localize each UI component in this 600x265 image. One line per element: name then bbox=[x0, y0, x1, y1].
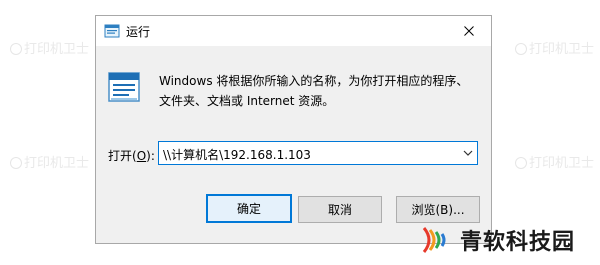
watermark-text: 打印机卫士 bbox=[24, 156, 90, 171]
close-icon bbox=[464, 26, 474, 36]
brand-watermark: 青软科技园 bbox=[420, 218, 575, 262]
close-button[interactable] bbox=[447, 16, 491, 46]
dialog-content: Windows 将根据你所输入的名称，为你打开相应的程序、文件夹、文档或 Int… bbox=[96, 46, 491, 188]
run-app-icon bbox=[104, 24, 120, 38]
watermark: 打印机卫士 bbox=[10, 38, 89, 57]
dialog-description: Windows 将根据你所输入的名称，为你打开相应的程序、文件夹、文档或 Int… bbox=[159, 74, 469, 108]
open-combobox[interactable]: \\计算机名\192.168.1.103 bbox=[158, 141, 478, 165]
watermark: 打印机卫士 bbox=[515, 152, 594, 171]
sound-wave-logo bbox=[422, 227, 446, 253]
open-label: 打开(O): bbox=[108, 147, 155, 164]
open-label-suffix: ): bbox=[146, 149, 155, 163]
watermark: 打印机卫士 bbox=[515, 38, 594, 57]
open-label-prefix: 打开( bbox=[108, 149, 137, 163]
open-label-hotkey: O bbox=[136, 149, 147, 163]
open-input-value[interactable]: \\计算机名\192.168.1.103 bbox=[163, 146, 311, 163]
watermark: 打印机卫士 bbox=[10, 152, 89, 171]
run-dialog: 运行 Windows 将根据你所输入的名称，为你打开相应的程序、文件夹、文档或 … bbox=[95, 15, 492, 244]
title-bar[interactable]: 运行 bbox=[96, 16, 491, 46]
brand-text: 青软科技园 bbox=[460, 230, 576, 255]
watermark-text: 打印机卫士 bbox=[24, 42, 90, 57]
cancel-button[interactable]: 取消 bbox=[298, 196, 382, 223]
watermark-text: 打印机卫士 bbox=[529, 42, 595, 57]
run-app-icon bbox=[108, 72, 140, 102]
ok-button[interactable]: 确定 bbox=[206, 194, 292, 223]
chevron-down-icon[interactable] bbox=[463, 148, 473, 158]
watermark-text: 打印机卫士 bbox=[529, 156, 595, 171]
window-title: 运行 bbox=[126, 25, 151, 39]
